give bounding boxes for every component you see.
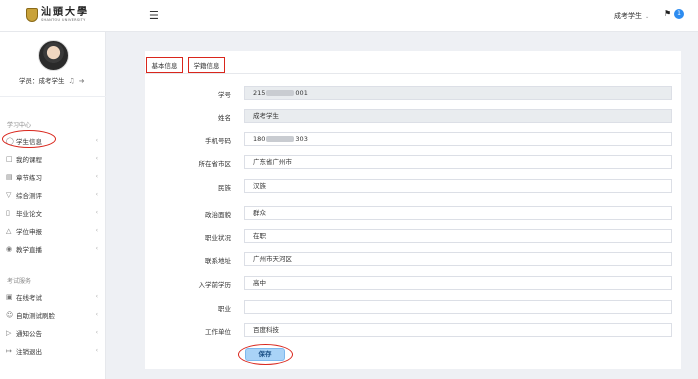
sidebar-item-my-courses[interactable]: □ 我的课程 ‹ [0, 150, 106, 168]
sidebar-item-notices[interactable]: ▷ 通知公告 ‹ [0, 324, 106, 342]
chevron-left-icon: ‹ [95, 293, 98, 300]
chevron-left-icon: ‹ [95, 209, 98, 216]
logout-icon: ↦ [6, 347, 12, 355]
redaction-mask [266, 136, 295, 142]
section-study-title: 学习中心 [7, 122, 32, 129]
student-id-field: 215 001 [244, 86, 672, 100]
chevron-left-icon: ‹ [95, 347, 98, 354]
logo-subtitle: SHANTOU UNIVERSITY [41, 18, 86, 22]
chevron-left-icon: ‹ [95, 329, 98, 336]
highlight-ring [2, 130, 56, 148]
label-job-status: 职业状况 [205, 234, 231, 242]
label-ethnicity: 民族 [218, 184, 231, 192]
top-bar: 汕頭大學 SHANTOU UNIVERSITY ☰ 成考学生 ⌄ ⚑ 1 [0, 0, 698, 32]
chevron-down-icon: ⌄ [645, 14, 650, 20]
university-logo[interactable]: 汕頭大學 SHANTOU UNIVERSITY [26, 8, 89, 23]
label-occupation: 职业 [218, 305, 231, 313]
sidebar-item-online-exam[interactable]: ▣ 在线考试 ‹ [0, 288, 106, 306]
label-employer: 工作单位 [205, 328, 231, 336]
education-field[interactable]: 高中 [244, 276, 672, 290]
notification-badge[interactable]: 1 [674, 9, 684, 19]
employer-field[interactable]: 百度科技 [244, 323, 672, 337]
chevron-left-icon: ‹ [95, 155, 98, 162]
bell-icon[interactable]: ♫ [69, 77, 75, 85]
book-icon: □ [6, 155, 13, 163]
chevron-left-icon: ‹ [95, 137, 98, 144]
user-menu[interactable]: 成考学生 ⌄ [614, 11, 649, 21]
sidebar: 学员：成考学生 ♫ ➜ 学习中心 ◯ 学生信息 ‹ □ 我的课程 ‹ ▤ 章节练习 ‹ ▽ 综合测… [0, 32, 106, 379]
avatar[interactable] [38, 40, 69, 71]
student-label: 学员：成考学生 [19, 77, 65, 85]
section-exam-title: 考试服务 [7, 278, 32, 285]
occupation-field[interactable] [244, 300, 672, 314]
sidebar-item-assessment[interactable]: ▽ 综合测评 ‹ [0, 186, 106, 204]
label-name: 姓名 [218, 114, 231, 122]
tab-basic-info[interactable]: 基本信息 [146, 57, 183, 73]
logout-icon[interactable]: ➜ [79, 77, 85, 85]
address-field[interactable]: 广州市天河区 [244, 252, 672, 266]
hamburger-icon[interactable]: ☰ [149, 9, 159, 22]
sidebar-item-logout[interactable]: ↦ 注销退出 ‹ [0, 342, 106, 360]
province-field[interactable]: 广东省广州市 [244, 155, 672, 169]
chevron-left-icon: ‹ [95, 173, 98, 180]
highlight-ring [238, 344, 293, 365]
label-address: 联系地址 [205, 257, 231, 265]
chevron-left-icon: ‹ [95, 227, 98, 234]
live-icon: ◉ [6, 245, 13, 253]
student-info: 学员：成考学生 ♫ ➜ [19, 75, 85, 85]
face-icon: ☺ [6, 311, 14, 319]
logo-title: 汕頭大學 [41, 7, 89, 18]
sidebar-item-thesis[interactable]: ▯ 毕业论文 ‹ [0, 204, 106, 222]
phone-field[interactable]: 180 303 [244, 132, 672, 146]
sidebar-item-face-test[interactable]: ☺ 自助测试刷脸 ‹ [0, 306, 106, 324]
filter-icon: ▽ [6, 191, 12, 199]
crest-icon [26, 8, 38, 23]
cap-icon: △ [6, 227, 12, 235]
flag-icon[interactable]: ⚑ [664, 9, 671, 18]
tabs-divider [145, 73, 681, 74]
label-province: 所在省市区 [198, 160, 232, 168]
divider [0, 96, 106, 97]
monitor-icon: ▣ [6, 293, 13, 301]
label-phone: 手机号码 [205, 137, 231, 145]
megaphone-icon: ▷ [6, 329, 12, 337]
label-education: 入学前学历 [198, 281, 232, 289]
ethnicity-field[interactable]: 汉族 [244, 179, 672, 193]
sidebar-item-degree[interactable]: △ 学位申报 ‹ [0, 222, 106, 240]
label-politics: 政治面貌 [205, 211, 231, 219]
sidebar-item-live[interactable]: ◉ 教学直播 ‹ [0, 240, 106, 258]
user-name: 成考学生 [614, 12, 642, 20]
chevron-left-icon: ‹ [95, 191, 98, 198]
document-icon: ▤ [6, 173, 13, 181]
chevron-left-icon: ‹ [95, 245, 98, 252]
paper-icon: ▯ [6, 209, 10, 217]
redaction-mask [266, 90, 295, 96]
chevron-left-icon: ‹ [95, 311, 98, 318]
sidebar-item-chapter-practice[interactable]: ▤ 章节练习 ‹ [0, 168, 106, 186]
label-student-id: 学号 [218, 91, 231, 99]
job-status-field[interactable]: 在职 [244, 229, 672, 243]
politics-field[interactable]: 群众 [244, 206, 672, 220]
tab-enrollment-info[interactable]: 学籍信息 [188, 57, 225, 73]
name-field: 成考学生 [244, 109, 672, 123]
